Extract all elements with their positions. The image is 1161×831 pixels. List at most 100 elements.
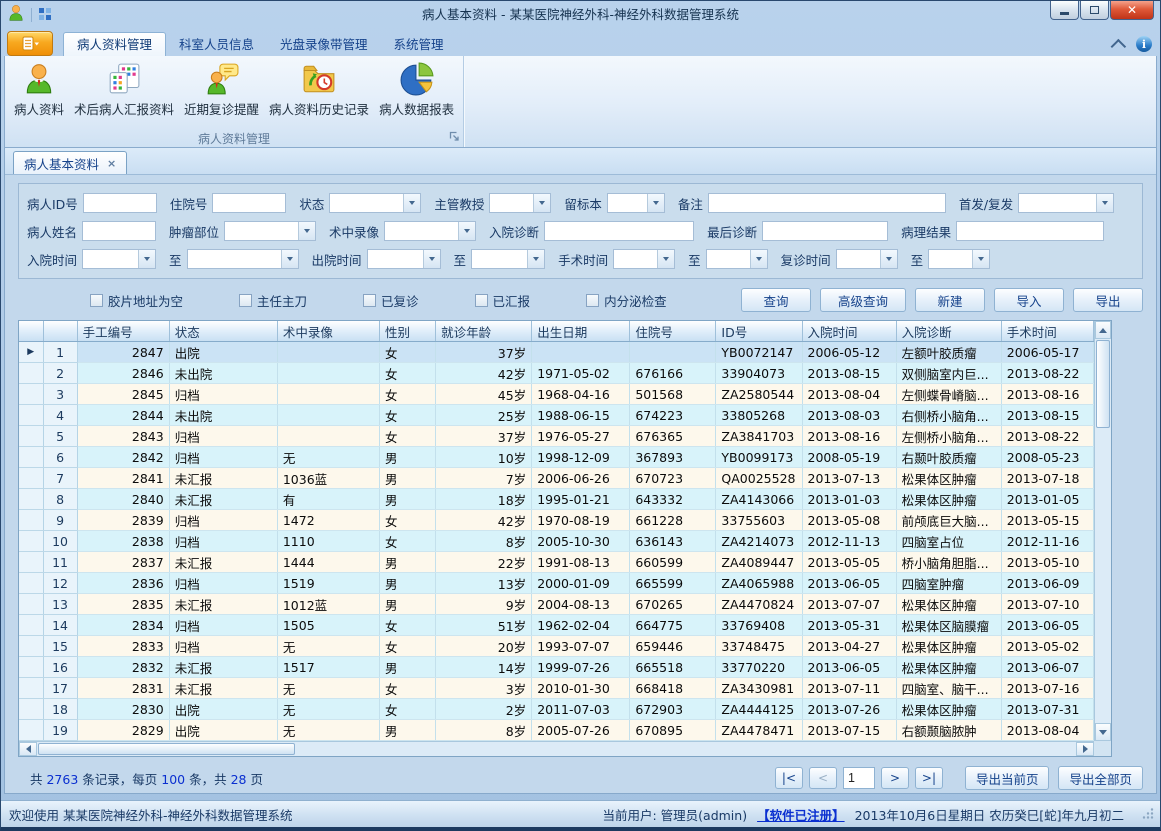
scroll-down-icon[interactable] — [1095, 723, 1111, 741]
discharge-date-to-select[interactable] — [471, 249, 545, 269]
scroll-up-icon[interactable] — [1095, 321, 1111, 339]
endocrine-exam-checkbox[interactable]: 内分泌检查 — [586, 291, 667, 310]
film-address-empty-checkbox[interactable]: 胶片地址为空 — [90, 291, 183, 310]
admission-number-field[interactable] — [212, 193, 286, 213]
export-current-page-button[interactable]: 导出当前页 — [965, 766, 1050, 790]
discharge-date-from-select[interactable] — [367, 249, 441, 269]
admission-diagnosis-field[interactable] — [544, 221, 694, 241]
remarks-field[interactable] — [708, 193, 946, 213]
column-header[interactable]: 住院号 — [630, 321, 716, 342]
surgery-date-to-select-dropdown-icon[interactable] — [750, 250, 767, 268]
patient-id-field[interactable] — [83, 193, 157, 213]
endocrine-exam-checkbox-box[interactable] — [586, 294, 599, 307]
revisit-date-to-select[interactable] — [928, 249, 990, 269]
column-header[interactable] — [19, 321, 43, 342]
admission-date-to-select[interactable] — [187, 249, 299, 269]
vertical-scroll-thumb[interactable] — [1096, 340, 1110, 428]
film-address-empty-checkbox-box[interactable] — [90, 294, 103, 307]
surgery-date-from-select[interactable] — [613, 249, 675, 269]
column-header[interactable]: 状态 — [169, 321, 277, 342]
table-row[interactable]: 142834归档1505女51岁1962-02-0466477533769408… — [19, 615, 1094, 636]
collapse-ribbon-chevron-icon[interactable] — [1111, 38, 1127, 54]
surgery-date-to-select[interactable] — [706, 249, 768, 269]
scroll-right-icon[interactable] — [1076, 742, 1094, 756]
minimize-button[interactable] — [1050, 1, 1079, 20]
patient-data-report-button[interactable]: 病人数据报表 — [374, 59, 459, 121]
patient-history-record-button[interactable]: 病人资料历史记录 — [264, 59, 374, 121]
tab-patient-data-management[interactable]: 病人资料管理 — [63, 32, 166, 56]
horizontal-scroll-thumb[interactable] — [38, 743, 295, 755]
vertical-scrollbar[interactable] — [1094, 321, 1111, 741]
table-row[interactable]: 112837未汇报1444男22岁1991-08-13660599ZA40894… — [19, 552, 1094, 573]
column-header[interactable]: 术中录像 — [277, 321, 379, 342]
table-row[interactable]: 122836归档1519男13岁2000-01-09665599ZA406598… — [19, 573, 1094, 594]
next-page-button[interactable]: > — [881, 767, 909, 789]
table-row[interactable]: 22846未出院女42岁1971-05-02676166339040732013… — [19, 363, 1094, 384]
reported-checkbox-box[interactable] — [475, 294, 488, 307]
table-row[interactable]: 42844未出院女25岁1988-06-15674223338052682013… — [19, 405, 1094, 426]
previous-page-button[interactable]: < — [809, 767, 837, 789]
specimen-select-dropdown-icon[interactable] — [647, 194, 664, 212]
chief-professor-select[interactable] — [489, 193, 551, 213]
admission-date-from-select-dropdown-icon[interactable] — [138, 250, 155, 268]
tab-department-staff-info[interactable]: 科室人员信息 — [166, 33, 267, 56]
table-row[interactable]: 62842归档无男10岁1998-12-09367893YB0099173200… — [19, 447, 1094, 468]
revisited-checkbox-box[interactable] — [363, 294, 376, 307]
new-button[interactable]: 新建 — [915, 288, 985, 312]
patient-name-field[interactable] — [82, 221, 156, 241]
pathology-result-field[interactable] — [956, 221, 1104, 241]
export-all-pages-button[interactable]: 导出全部页 — [1058, 766, 1143, 790]
discharge-date-from-select-dropdown-icon[interactable] — [423, 250, 440, 268]
dialog-launcher-icon[interactable] — [449, 131, 460, 145]
table-row[interactable]: 82840未汇报有男18岁1995-01-21643332ZA414306620… — [19, 489, 1094, 510]
query-button[interactable]: 查询 — [741, 288, 811, 312]
status-select[interactable] — [329, 193, 421, 213]
patient-data-button[interactable]: 病人资料 — [9, 59, 69, 121]
advanced-query-button[interactable]: 高级查询 — [820, 288, 906, 312]
application-menu-button[interactable] — [7, 31, 53, 56]
surgery-video-select-dropdown-icon[interactable] — [458, 222, 475, 240]
table-row[interactable]: 92839归档1472女42岁1970-08-19661228337556032… — [19, 510, 1094, 531]
revisited-checkbox[interactable]: 已复诊 — [363, 291, 419, 310]
info-icon[interactable]: i — [1136, 36, 1152, 52]
export-button[interactable]: 导出 — [1073, 288, 1143, 312]
page-number-input[interactable] — [843, 767, 875, 789]
import-button[interactable]: 导入 — [994, 288, 1064, 312]
revisit-date-to-select-dropdown-icon[interactable] — [972, 250, 989, 268]
first-page-button[interactable]: |< — [775, 767, 803, 789]
table-row[interactable]: 102838归档1110女8岁2005-10-30636143ZA4214073… — [19, 531, 1094, 552]
column-header[interactable]: 入院时间 — [802, 321, 896, 342]
software-registered-link[interactable]: 【软件已注册】 — [757, 805, 845, 824]
chief-surgeon-checkbox[interactable]: 主任主刀 — [239, 291, 307, 310]
revisit-date-from-select-dropdown-icon[interactable] — [880, 250, 897, 268]
chief-surgeon-checkbox-box[interactable] — [239, 294, 252, 307]
column-header[interactable]: ID号 — [716, 321, 802, 342]
resize-grip-icon[interactable] — [1142, 807, 1154, 822]
discharge-date-to-select-dropdown-icon[interactable] — [527, 250, 544, 268]
grid-squares-icon[interactable] — [38, 6, 52, 25]
tumor-site-select[interactable] — [224, 221, 316, 241]
status-select-dropdown-icon[interactable] — [403, 194, 420, 212]
surgery-video-select[interactable] — [384, 221, 476, 241]
table-row[interactable]: 52843归档女37岁1976-05-27676365ZA38417032013… — [19, 426, 1094, 447]
table-row[interactable]: ▶12847出院女37岁YB00721472006-05-12左额叶胶质瘤200… — [19, 342, 1094, 363]
column-header[interactable]: 出生日期 — [532, 321, 630, 342]
chief-professor-select-dropdown-icon[interactable] — [533, 194, 550, 212]
table-row[interactable]: 132835未汇报1012蓝男9岁2004-08-13670265ZA44708… — [19, 594, 1094, 615]
column-header[interactable] — [43, 321, 77, 342]
admission-date-to-select-dropdown-icon[interactable] — [281, 250, 298, 268]
first-or-relapse-select[interactable] — [1018, 193, 1114, 213]
column-header[interactable]: 手工编号 — [77, 321, 169, 342]
table-row[interactable]: 172831未汇报无女3岁2010-01-30668418ZA343098120… — [19, 678, 1094, 699]
table-row[interactable]: 72841未汇报1036蓝男7岁2006-06-26670723QA002552… — [19, 468, 1094, 489]
horizontal-scrollbar[interactable] — [19, 741, 1094, 756]
specimen-select[interactable] — [607, 193, 665, 213]
scroll-left-icon[interactable] — [19, 742, 37, 756]
tab-patient-basic-data[interactable]: 病人基本资料 × — [13, 151, 127, 174]
surgery-date-from-select-dropdown-icon[interactable] — [657, 250, 674, 268]
admission-date-from-select[interactable] — [82, 249, 156, 269]
column-header[interactable]: 就诊年龄 — [436, 321, 532, 342]
close-button[interactable]: ✕ — [1110, 1, 1154, 20]
tab-system-management[interactable]: 系统管理 — [381, 33, 457, 56]
recent-revisit-reminder-button[interactable]: 近期复诊提醒 — [179, 59, 264, 121]
